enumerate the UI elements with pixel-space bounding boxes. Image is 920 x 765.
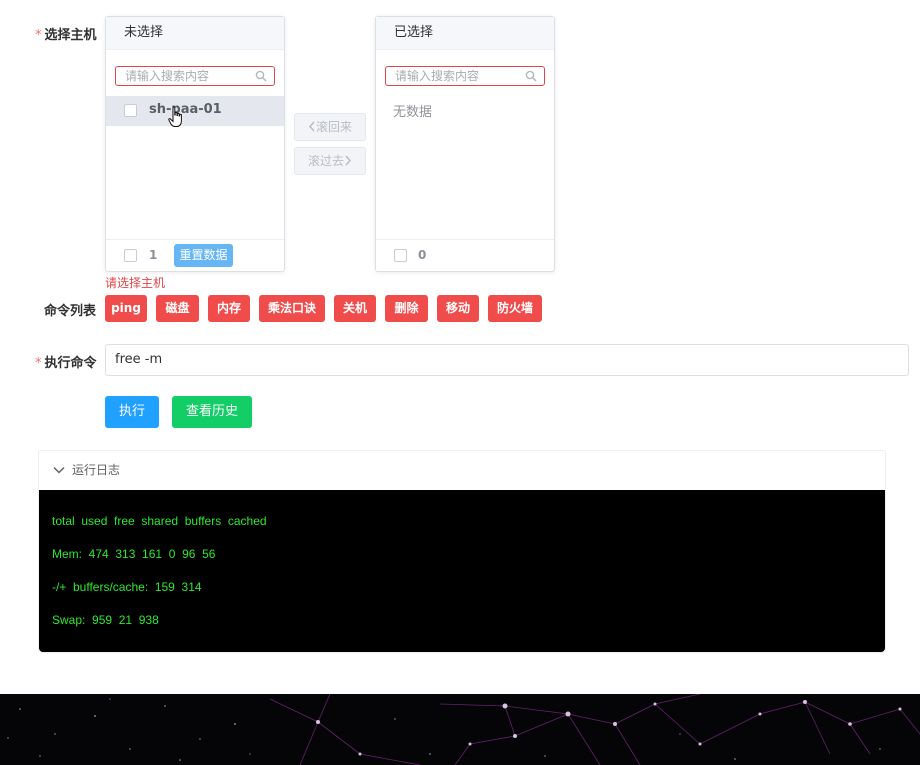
transfer-right-footer: 0 [376, 239, 554, 271]
transfer-left-title: 未选择 [106, 17, 284, 50]
log-line: total used free shared buffers cached [52, 514, 267, 528]
log-terminal: total used free shared buffers cached Me… [39, 490, 885, 652]
command-tag-multiplication[interactable]: 乘法口诀 [259, 295, 325, 322]
left-search-placeholder: 请输入搜索内容 [125, 69, 210, 83]
command-tag-shutdown[interactable]: 关机 [334, 295, 376, 322]
view-history-button[interactable]: 查看历史 [172, 396, 252, 428]
log-line: Mem: 474 313 161 0 96 56 [52, 547, 216, 561]
log-line: Swap: 959 21 938 [52, 613, 159, 627]
transfer-left-footer: 1 重置数据 [106, 239, 284, 271]
item-checkbox[interactable] [124, 104, 137, 117]
transfer-right-panel: 已选择 请输入搜索内容 无数据 0 [375, 16, 555, 272]
chevron-right-icon [345, 155, 352, 166]
transfer-left-panel: 未选择 请输入搜索内容 sh-paa-01 1 重置数据 [105, 16, 285, 272]
search-icon [525, 70, 537, 82]
select-all-checkbox[interactable] [394, 249, 407, 262]
exec-label: * 执行命令 [35, 356, 97, 371]
command-input[interactable]: free -m [105, 344, 909, 376]
required-mark: * [35, 28, 42, 43]
command-tag-disk[interactable]: 磁盘 [156, 295, 199, 322]
item-count: 1 [149, 248, 158, 262]
list-item[interactable]: sh-paa-01 [106, 96, 284, 127]
background-network-graphic [0, 694, 920, 765]
commands-label: 命令列表 [44, 304, 97, 319]
command-tag-move[interactable]: 移动 [437, 295, 479, 322]
right-search-input[interactable]: 请输入搜索内容 [385, 66, 545, 86]
command-tag-ping[interactable]: ping [105, 295, 147, 322]
hand-cursor-icon [168, 106, 182, 127]
log-line: -/+ buffers/cache: 159 314 [52, 580, 202, 594]
chevron-left-icon [308, 121, 315, 132]
run-log-title: 运行日志 [72, 463, 121, 477]
run-log-panel: 运行日志 total used free shared buffers cach… [38, 450, 886, 653]
host-error-message: 请选择主机 [105, 276, 166, 290]
chevron-down-icon [53, 466, 65, 474]
command-tag-memory[interactable]: 内存 [208, 295, 250, 322]
run-log-header[interactable]: 运行日志 [39, 451, 885, 490]
network-pattern [7, 694, 920, 765]
right-search-placeholder: 请输入搜索内容 [395, 69, 480, 83]
move-right-button[interactable]: 滚过去 [294, 147, 366, 175]
command-tag-delete[interactable]: 删除 [385, 295, 428, 322]
transfer-right-title: 已选择 [376, 17, 554, 50]
move-left-button[interactable]: 滚回来 [294, 113, 366, 141]
execute-button[interactable]: 执行 [105, 396, 159, 428]
select-all-checkbox[interactable] [124, 249, 137, 262]
item-count: 0 [418, 248, 427, 262]
command-tag-firewall[interactable]: 防火墙 [488, 295, 542, 322]
required-mark: * [35, 356, 42, 371]
empty-text: 无数据 [393, 105, 433, 120]
left-search-input[interactable]: 请输入搜索内容 [115, 66, 275, 86]
reset-data-button[interactable]: 重置数据 [174, 244, 233, 267]
host-label: * 选择主机 [35, 28, 97, 43]
search-icon [255, 70, 267, 82]
